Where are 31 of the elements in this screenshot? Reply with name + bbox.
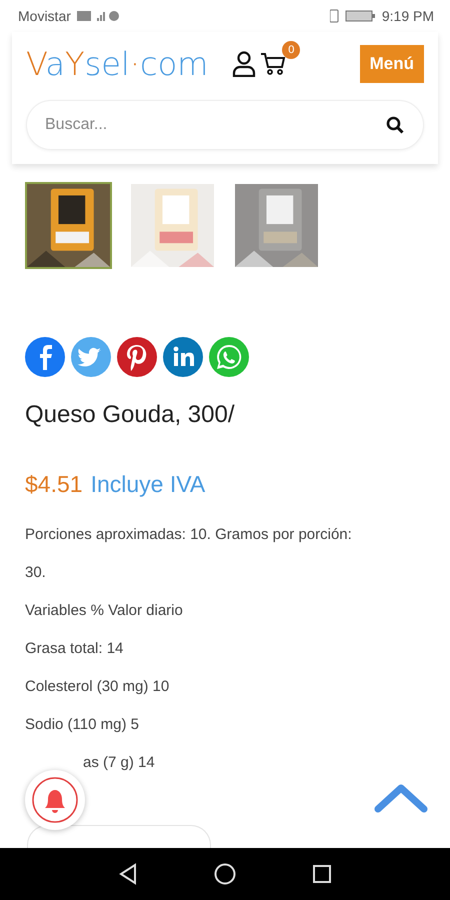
search-field[interactable]: Buscar...: [26, 100, 424, 150]
site-logo[interactable]: VaYsel·com: [26, 44, 216, 84]
recents-icon[interactable]: [312, 864, 332, 884]
pinterest-icon[interactable]: [117, 337, 157, 377]
facebook-icon[interactable]: [25, 337, 65, 377]
search-icon[interactable]: [386, 116, 404, 134]
user-icon[interactable]: [232, 51, 256, 77]
bird-icon[interactable]: [71, 337, 111, 377]
back-icon[interactable]: [118, 863, 138, 885]
detail-text: Colesterol (30 mg) 10: [25, 678, 170, 695]
product-title: Queso Gouda, 300/: [25, 401, 236, 429]
scroll-up-icon[interactable]: [374, 782, 428, 814]
battery-icon: [330, 9, 376, 23]
detail-text: Grasa total: 14: [25, 640, 124, 657]
carrier-name: Movistar: [18, 8, 71, 24]
notification-button[interactable]: [25, 770, 85, 830]
clock-time: 9:19 PM: [382, 8, 434, 24]
detail-text: Variables % Valor diario: [25, 602, 183, 619]
cart-icon[interactable]: [260, 51, 286, 77]
detail-text: 30.: [25, 564, 46, 581]
detail-text: as (7 g) 14: [83, 754, 155, 771]
menu-button[interactable]: Menú: [360, 45, 424, 83]
cart-count: 0: [282, 41, 300, 59]
detail-text: Sodio (110 mg) 5: [25, 716, 139, 733]
linkedin-icon[interactable]: [163, 337, 203, 377]
product-price: $4.51: [25, 471, 83, 498]
signal-icon: [76, 9, 119, 23]
bell-icon: [31, 776, 79, 824]
home-icon[interactable]: [214, 863, 236, 885]
tax-note: Incluye IVA: [90, 471, 206, 498]
detail-text: Porciones aproximadas: 10. Gramos por porción:: [25, 526, 352, 543]
